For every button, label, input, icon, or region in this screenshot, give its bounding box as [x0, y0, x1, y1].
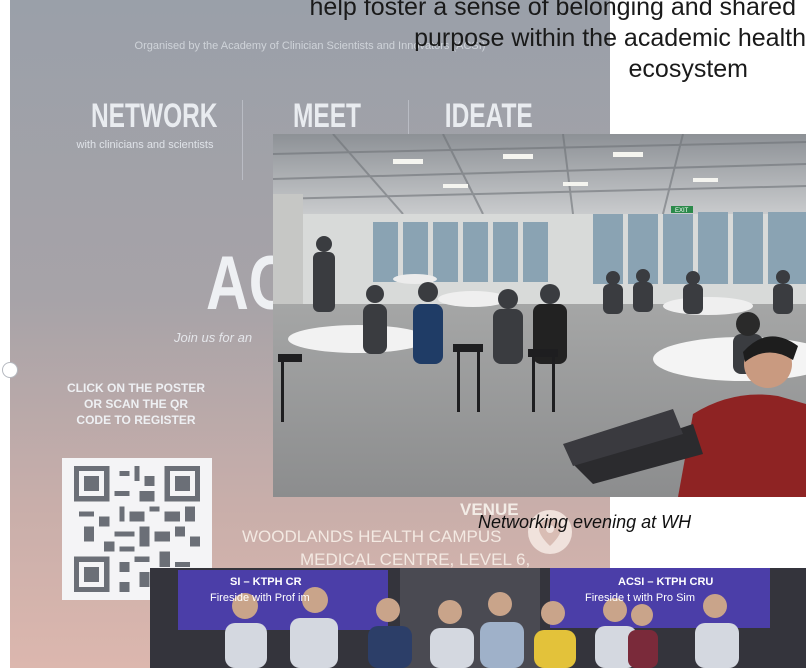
- poster-venue-line2: MEDICAL CENTRE, LEVEL 6,: [300, 550, 531, 569]
- pillar-network: NETWORK with clinicians and scientists: [70, 96, 220, 153]
- networking-photo-image: EXIT: [273, 134, 806, 497]
- poster-handle-dot: [2, 362, 18, 378]
- pillar-network-title: NETWORK: [91, 97, 218, 135]
- pillar-network-subtitle: with clinicians and scientists: [76, 139, 214, 151]
- pillar-meet: MEET: [272, 96, 382, 136]
- pillar-ideate-title: IDEATE: [444, 97, 533, 135]
- pillar-meet-title: MEET: [292, 97, 361, 135]
- headline-line-3: ecosystem: [628, 55, 748, 83]
- banner-right-title: ACSI – KTPH CRU: [618, 576, 714, 588]
- poster-venue-line1: WOODLANDS HEALTH CAMPUS: [242, 527, 502, 546]
- networking-photo[interactable]: EXIT: [273, 134, 806, 497]
- group-photo[interactable]: SI – KTPH CR Fireside with Prof im ACSI …: [150, 568, 806, 668]
- exit-sign: EXIT: [675, 208, 689, 214]
- headline-line-1: help foster a sense of belonging and sha…: [309, 0, 796, 21]
- poster-join-text: Join us for an: [174, 330, 253, 345]
- poster-register-cta: CLICK ON THE POSTER OR SCAN THE QR CODE …: [66, 381, 205, 427]
- pillar-ideate: IDEATE: [428, 96, 548, 136]
- headline-text: help foster a sense of belonging and sha…: [310, 0, 806, 85]
- photo-caption: Networking evening at WH: [478, 512, 692, 532]
- banner-right-subtitle: Fireside t with Pro Sim: [585, 592, 696, 604]
- pillar-divider: [242, 100, 243, 180]
- headline-line-2: purpose within the academic health: [414, 24, 806, 52]
- banner-left-subtitle: Fireside with Prof im: [210, 592, 310, 604]
- banner-left-title: SI – KTPH CR: [230, 576, 302, 588]
